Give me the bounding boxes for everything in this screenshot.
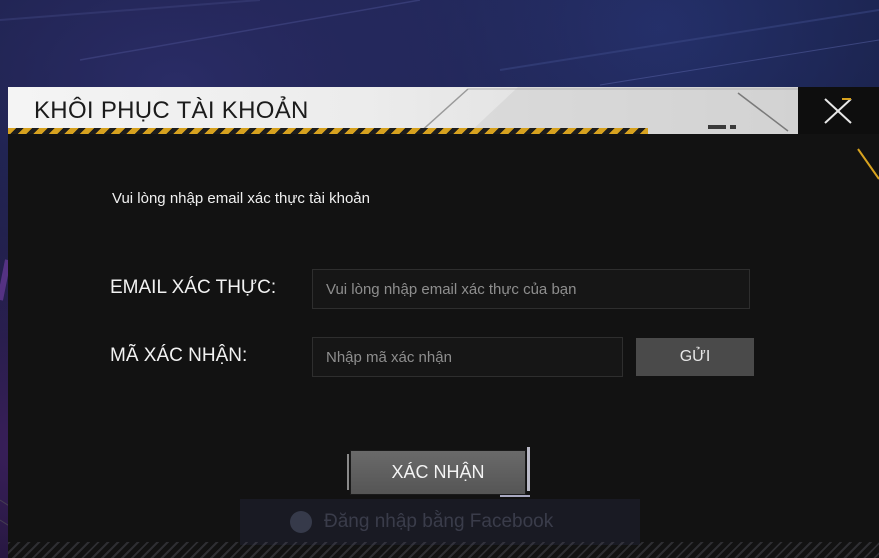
recover-account-dialog: KHÔI PHỤC TÀI KHOẢN Vui lòng nhập email … (8, 87, 879, 558)
code-label: MÃ XÁC NHẬN: (110, 345, 248, 366)
background-facebook-login: Đăng nhập bằng Facebook (240, 499, 640, 545)
confirm-accent-right (527, 447, 530, 491)
instruction-text: Vui lòng nhập email xác thực tài khoản (112, 190, 370, 207)
background-facebook-label: Đăng nhập bằng Facebook (324, 511, 554, 532)
send-code-button[interactable]: GỬI (636, 338, 754, 376)
corner-decoration (857, 148, 879, 180)
title-decoration (417, 87, 798, 134)
hazard-stripe (8, 128, 648, 134)
dialog-title: KHÔI PHỤC TÀI KHOẢN (34, 97, 309, 124)
close-icon (824, 98, 852, 124)
confirm-accent-bottom (500, 495, 530, 497)
game-screen: KHÔI PHỤC TÀI KHOẢN Vui lòng nhập email … (0, 0, 879, 558)
confirm-accent-left (347, 454, 349, 490)
facebook-icon (290, 510, 312, 533)
dialog-title-bar: KHÔI PHỤC TÀI KHOẢN (8, 87, 798, 134)
confirm-button[interactable]: XÁC NHẬN (351, 451, 525, 494)
bottom-hatch-pattern (8, 542, 879, 558)
email-input[interactable] (312, 269, 750, 309)
email-label: EMAIL XÁC THỰC: (110, 277, 277, 298)
close-button[interactable] (798, 87, 879, 134)
verification-code-input[interactable] (312, 337, 623, 377)
